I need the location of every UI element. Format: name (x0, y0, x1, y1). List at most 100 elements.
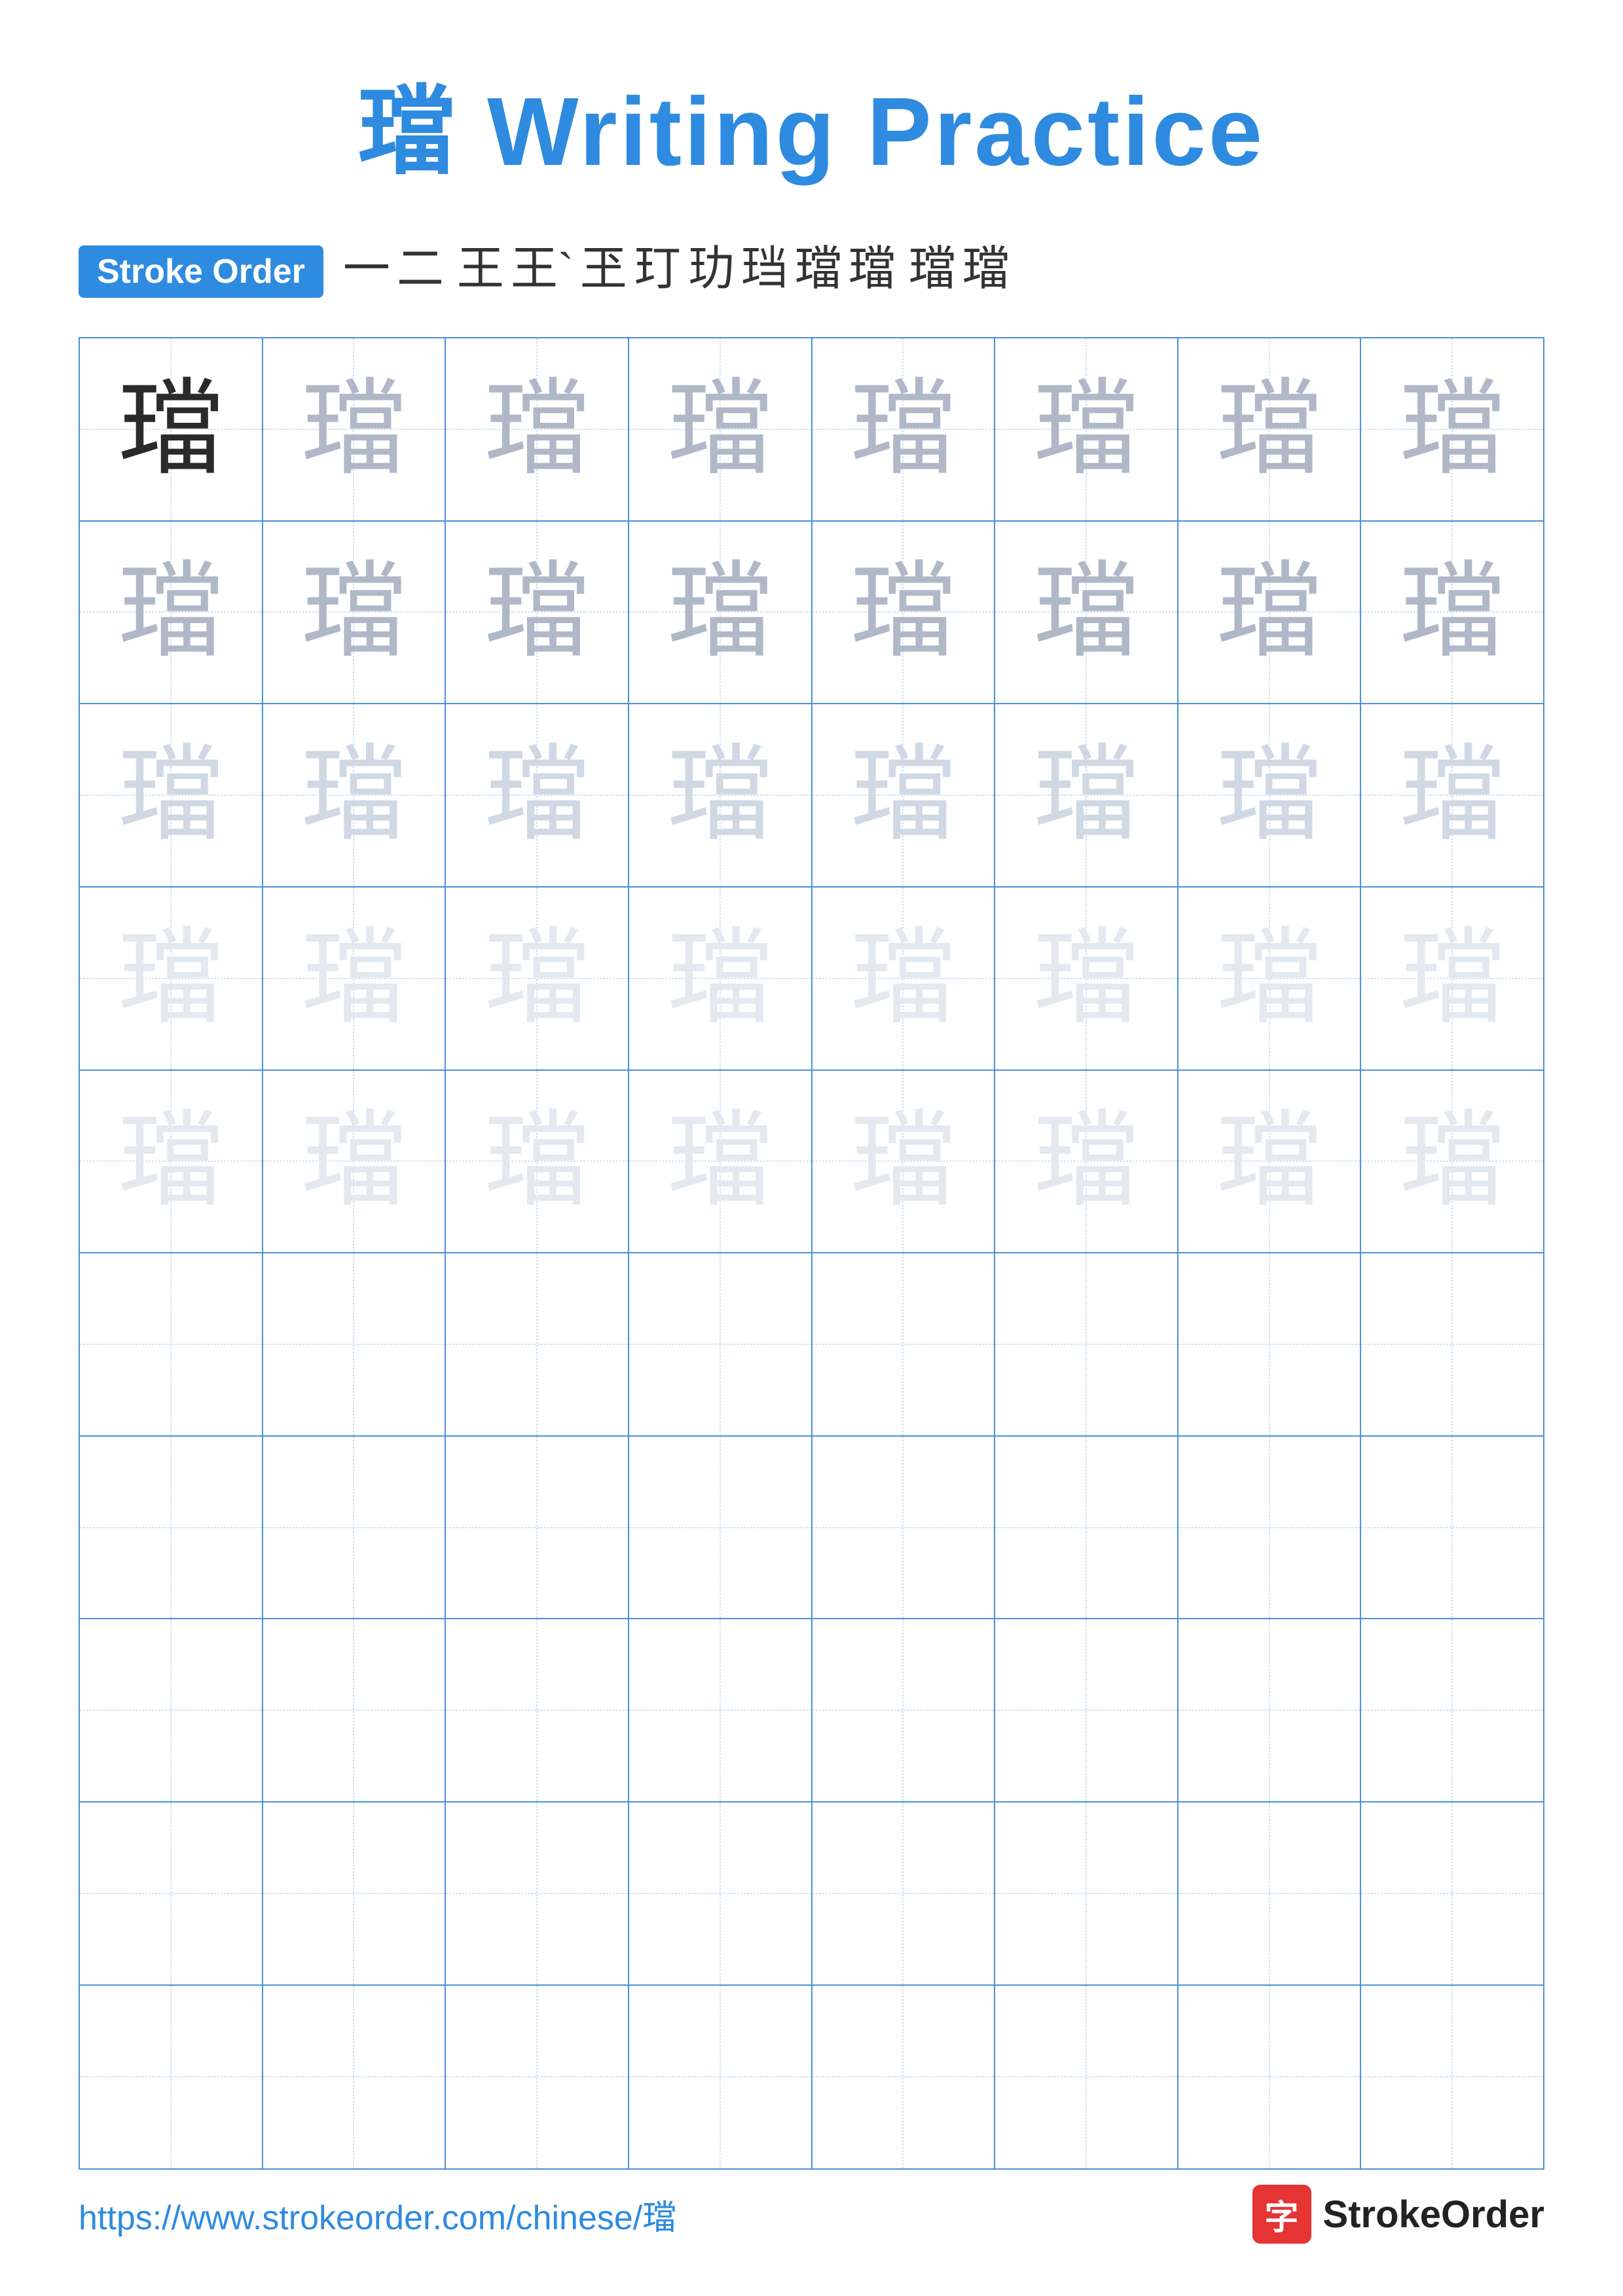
grid-cell[interactable]: 璫 (263, 1071, 447, 1254)
grid-cell[interactable]: 璫 (80, 522, 263, 705)
practice-char: 璫 (119, 926, 223, 1031)
grid-cell[interactable] (1361, 1619, 1543, 1803)
grid-cell[interactable]: 璫 (629, 522, 812, 705)
grid-cell[interactable]: 璫 (812, 522, 996, 705)
grid-cell[interactable]: 璫 (80, 888, 263, 1071)
grid-cell[interactable] (812, 1253, 996, 1437)
practice-char: 璫 (119, 560, 223, 664)
writing-grid: 璫 璫 璫 璫 璫 璫 璫 璫 璫 璫 璫 璫 璫 璫 璫 璫 璫 璫 璫 璫 … (79, 337, 1544, 2170)
grid-cell[interactable] (995, 1986, 1178, 2169)
grid-cell[interactable] (80, 1437, 263, 1620)
stroke-char-1: 一 (343, 245, 390, 293)
grid-cell[interactable]: 璫 (629, 338, 812, 522)
grid-cell[interactable] (80, 1253, 263, 1437)
grid-cell[interactable] (629, 1437, 812, 1620)
grid-cell[interactable]: 璫 (1361, 522, 1543, 705)
grid-cell[interactable] (446, 1803, 629, 1986)
grid-cell[interactable]: 璫 (995, 704, 1178, 888)
practice-char: 璫 (484, 1109, 589, 1213)
grid-cell[interactable]: 璫 (629, 888, 812, 1071)
grid-cell[interactable]: 璫 (995, 888, 1178, 1071)
practice-char: 璫 (668, 560, 773, 664)
practice-char: 璫 (850, 1109, 955, 1213)
grid-cell[interactable] (1178, 1619, 1362, 1803)
grid-cell[interactable] (812, 1619, 996, 1803)
grid-cell[interactable] (446, 1253, 629, 1437)
page-title: 璫 Writing Practice (358, 52, 1265, 193)
grid-row-4: 璫 璫 璫 璫 璫 璫 璫 璫 (80, 888, 1543, 1071)
grid-cell[interactable] (446, 1437, 629, 1620)
grid-cell[interactable]: 璫 (263, 888, 447, 1071)
practice-char: 璫 (1034, 926, 1139, 1031)
grid-cell[interactable] (80, 1803, 263, 1986)
grid-cell[interactable] (812, 1437, 996, 1620)
grid-cell[interactable]: 璫 (812, 888, 996, 1071)
grid-cell[interactable] (80, 1986, 263, 2169)
grid-cell[interactable]: 璫 (1361, 338, 1543, 522)
grid-cell[interactable]: 璫 (1361, 888, 1543, 1071)
grid-cell[interactable]: 璫 (629, 704, 812, 888)
grid-cell[interactable] (995, 1803, 1178, 1986)
grid-cell[interactable]: 璫 (263, 522, 447, 705)
stroke-char-9: 珰 (741, 245, 788, 293)
grid-cell[interactable]: 璫 (1178, 1071, 1362, 1254)
strokeorder-logo-icon: 字 (1252, 2185, 1311, 2244)
grid-cell[interactable] (1178, 1253, 1362, 1437)
grid-cell[interactable]: 璫 (446, 522, 629, 705)
grid-cell[interactable]: 璫 (995, 338, 1178, 522)
practice-char: 璫 (1034, 1109, 1139, 1213)
grid-cell[interactable]: 璫 (446, 888, 629, 1071)
grid-cell[interactable]: 璫 (995, 1071, 1178, 1254)
grid-cell[interactable]: 璫 (1361, 704, 1543, 888)
grid-cell[interactable]: 璫 (80, 704, 263, 888)
grid-cell[interactable] (1361, 1986, 1543, 2169)
grid-cell[interactable] (263, 1619, 447, 1803)
grid-cell[interactable] (629, 1253, 812, 1437)
grid-cell[interactable] (263, 1437, 447, 1620)
grid-cell[interactable] (263, 1253, 447, 1437)
grid-cell[interactable] (629, 1619, 812, 1803)
grid-cell[interactable]: 璫 (446, 1071, 629, 1254)
grid-cell[interactable] (263, 1803, 447, 1986)
grid-cell[interactable] (995, 1437, 1178, 1620)
grid-cell[interactable]: 璫 (263, 338, 447, 522)
grid-cell[interactable] (263, 1986, 447, 2169)
grid-cell[interactable] (629, 1803, 812, 1986)
grid-cell[interactable] (995, 1253, 1178, 1437)
practice-char: 璫 (1217, 926, 1322, 1031)
grid-cell[interactable] (812, 1803, 996, 1986)
grid-cell[interactable] (1361, 1437, 1543, 1620)
grid-cell[interactable] (1361, 1803, 1543, 1986)
grid-cell[interactable]: 璫 (80, 338, 263, 522)
grid-cell[interactable]: 璫 (446, 704, 629, 888)
grid-cell[interactable] (1361, 1253, 1543, 1437)
grid-cell[interactable] (1178, 1437, 1362, 1620)
grid-cell[interactable]: 璫 (629, 1071, 812, 1254)
grid-cell[interactable]: 璫 (80, 1071, 263, 1254)
stroke-char-7: 玎 (634, 245, 681, 293)
practice-char: 璫 (668, 377, 773, 482)
practice-char: 璫 (668, 1109, 773, 1213)
grid-cell[interactable] (1178, 1803, 1362, 1986)
grid-cell[interactable] (446, 1986, 629, 2169)
grid-cell[interactable]: 璫 (812, 338, 996, 522)
practice-char: 璫 (668, 743, 773, 848)
grid-row-8 (80, 1619, 1543, 1803)
grid-cell[interactable]: 璫 (812, 1071, 996, 1254)
grid-cell[interactable]: 璫 (995, 522, 1178, 705)
grid-cell[interactable]: 璫 (263, 704, 447, 888)
grid-cell[interactable] (629, 1986, 812, 2169)
grid-cell[interactable]: 璫 (1178, 522, 1362, 705)
grid-cell[interactable]: 璫 (1178, 704, 1362, 888)
grid-cell[interactable] (812, 1986, 996, 2169)
grid-cell[interactable]: 璫 (1178, 888, 1362, 1071)
grid-cell[interactable]: 璫 (446, 338, 629, 522)
grid-cell[interactable] (995, 1619, 1178, 1803)
grid-cell[interactable] (1178, 1986, 1362, 2169)
grid-cell[interactable]: 璫 (1361, 1071, 1543, 1254)
practice-char: 璫 (301, 743, 406, 848)
grid-cell[interactable] (446, 1619, 629, 1803)
grid-cell[interactable] (80, 1619, 263, 1803)
grid-cell[interactable]: 璫 (812, 704, 996, 888)
grid-cell[interactable]: 璫 (1178, 338, 1362, 522)
